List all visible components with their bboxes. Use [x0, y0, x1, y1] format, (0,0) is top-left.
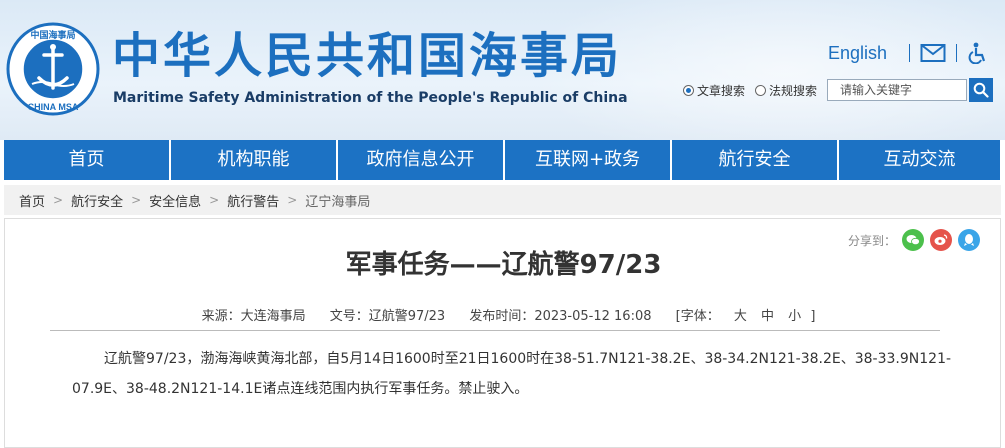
font-size-small[interactable]: 小: [788, 309, 801, 324]
accessibility-icon[interactable]: [967, 42, 987, 64]
breadcrumb-current[interactable]: 辽宁海事局: [305, 191, 370, 210]
radio-label: 法规搜索: [769, 83, 818, 98]
article-source: 来源：大连海事局: [201, 309, 306, 324]
article-publish-time: 发布时间：2023-05-12 16:08: [469, 309, 652, 324]
font-size-medium[interactable]: 中: [761, 309, 774, 324]
logo-text-bottom: CHINA MSA: [28, 102, 79, 112]
chevron-right-icon: >: [209, 193, 220, 207]
top-links: English: [828, 40, 987, 66]
search-bar: 文章搜索 法规搜索 请输入关键字: [683, 78, 994, 102]
nav-item-internet-gov[interactable]: 互联网+政务: [505, 140, 670, 180]
msa-logo[interactable]: 中国海事局 CHINA MSA: [6, 22, 100, 116]
search-input[interactable]: 请输入关键字: [827, 79, 968, 101]
article-doc-number: 文号：辽航警97/23: [329, 309, 446, 324]
english-link[interactable]: English: [828, 43, 887, 64]
chevron-right-icon: >: [53, 193, 64, 207]
divider: [909, 44, 910, 62]
logo-text-top: 中国海事局: [30, 29, 75, 41]
breadcrumb: 首页 > 航行安全 > 安全信息 > 航行警告 > 辽宁海事局: [4, 185, 1001, 215]
site-title-en: Maritime Safety Administration of the Pe…: [113, 90, 628, 106]
nav-item-interaction[interactable]: 互动交流: [839, 140, 1000, 180]
chevron-right-icon: >: [131, 193, 142, 207]
breadcrumb-item[interactable]: 航行警告: [227, 191, 279, 210]
nav-item-home[interactable]: 首页: [4, 140, 169, 180]
main-nav: 首页 机构职能 政府信息公开 互联网+政务 航行安全 互动交流: [0, 140, 1005, 180]
breadcrumb-item[interactable]: 安全信息: [149, 191, 201, 210]
radio-label: 文章搜索: [697, 83, 746, 98]
radio-selected-icon: [683, 84, 694, 96]
breadcrumb-item[interactable]: 航行安全: [71, 191, 123, 210]
chevron-right-icon: >: [287, 193, 298, 207]
article-meta: 来源：大连海事局 文号：辽航警97/23 发布时间：2023-05-12 16:…: [5, 305, 1002, 324]
font-size-control: [字体： 大 中 小 ]: [676, 309, 816, 324]
font-size-label: [字体：: [675, 309, 720, 324]
font-size-large[interactable]: 大: [734, 309, 747, 324]
nav-item-functions[interactable]: 机构职能: [171, 140, 336, 180]
divider: [956, 44, 957, 62]
font-size-close: ]: [810, 309, 816, 324]
mail-icon[interactable]: [920, 43, 946, 63]
site-header: 中国海事局 CHINA MSA 中华人民共和国海事局 Maritime Safe…: [0, 0, 1005, 140]
nav-item-navigation-safety[interactable]: 航行安全: [672, 140, 837, 180]
divider: [50, 330, 940, 331]
site-title-cn[interactable]: 中华人民共和国海事局: [112, 28, 622, 84]
article-body: 辽航警97/23，渤海海峡黄海北部，自5月14日1600时至21日1600时在3…: [72, 344, 967, 404]
nav-item-gov-info[interactable]: 政府信息公开: [338, 140, 503, 180]
search-icon: [973, 82, 989, 98]
article-panel: 分享到： 军事任务——辽航警97/23 来源：大连海事局 文号：辽航警97/23…: [4, 218, 1001, 448]
radio-unselected-icon: [755, 84, 767, 96]
article-paragraph: 辽航警97/23，渤海海峡黄海北部，自5月14日1600时至21日1600时在3…: [72, 351, 952, 397]
search-button[interactable]: [969, 78, 994, 102]
search-type-law[interactable]: 法规搜索: [755, 82, 817, 99]
breadcrumb-item[interactable]: 首页: [19, 191, 45, 210]
search-type-article[interactable]: 文章搜索: [683, 82, 745, 99]
article-title: 军事任务——辽航警97/23: [345, 250, 662, 280]
